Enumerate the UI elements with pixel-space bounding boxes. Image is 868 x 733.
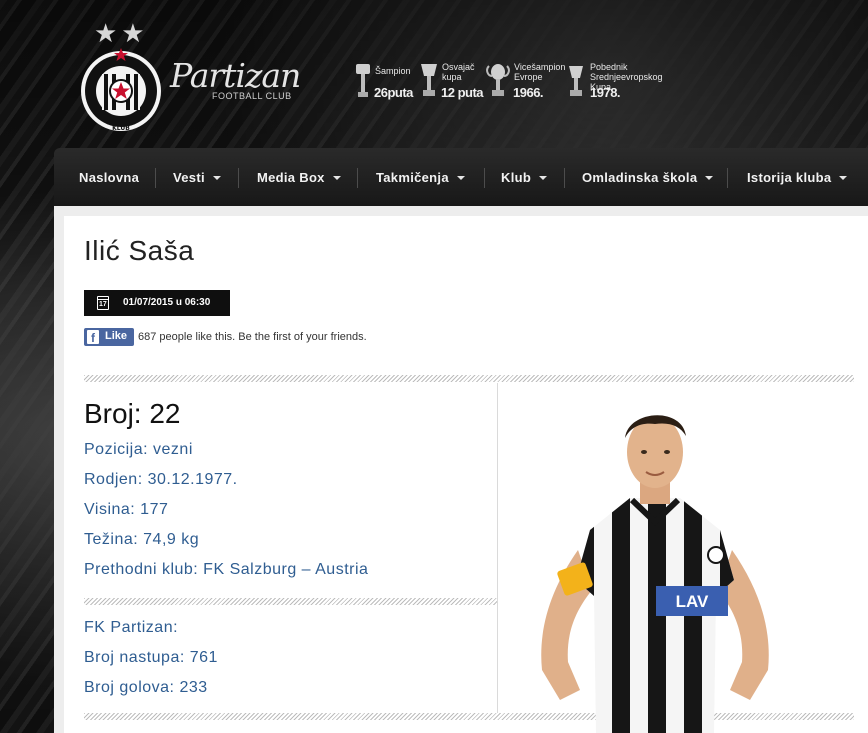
facebook-like-button[interactable]: f Like [84,328,134,346]
trophy-label: Vicešampion Evrope [514,62,566,82]
trophy-count: 1966. [513,85,544,100]
mitropa-cup-icon [569,66,583,96]
nav-label: Naslovna [79,170,140,185]
nav-item-klub[interactable]: Klub [501,170,548,185]
nav-item-takmicenja[interactable]: Takmičenja [376,170,465,185]
column-divider [497,383,498,716]
chevron-down-icon [332,175,341,180]
brand-subtitle: FOOTBALL CLUB [212,91,292,101]
nav-item-naslovna[interactable]: Naslovna [79,170,139,185]
nav-item-vesti[interactable]: Vesti [173,170,221,185]
nav-item-media-box[interactable]: Media Box [257,170,341,185]
calendar-icon: 17 [97,296,109,310]
page-title: Ilić Saša [84,235,195,266]
nav-divider [155,168,156,188]
publish-date: 01/07/2015 u 06:30 [123,297,211,308]
trophy-icon [356,64,370,97]
stats-goals: Broj golova: 233 [84,679,208,696]
trophy-count: 26puta [374,85,413,100]
nav-label: Takmičenja [376,170,449,185]
trophy-label: Osvajač kupa [442,62,475,82]
nav-label: Istorija kluba [747,170,832,185]
chevron-down-icon [456,175,465,180]
detail-birthdate: Rodjen: 30.12.1977. [84,471,238,488]
like-label: Like [105,330,128,342]
chevron-down-icon [705,175,714,180]
date-badge: 17 01/07/2015 u 06:30 [84,290,230,316]
nav-divider [357,168,358,188]
svg-text:KLUB: KLUB [112,125,130,132]
two-stars-icon: ★★ [94,18,149,48]
main-navigation: Naslovna Vesti Media Box Takmičenja Klub… [54,148,868,206]
chevron-down-icon [539,175,548,180]
calendar-day: 17 [99,301,107,308]
trophy-label: Šampion [375,66,411,76]
nav-divider [238,168,239,188]
nav-divider [564,168,565,188]
cup-icon [421,64,437,96]
divider-middle [84,598,497,605]
trophy-count: 12 puta [441,85,484,100]
stats-club: FK Partizan: [84,619,179,636]
partizan-crest-logo[interactable]: KLUB [80,46,162,136]
nav-label: Vesti [173,170,205,185]
player-photo: LAV [541,415,769,733]
trophy-central-europe: Pobednik Srednjeevropskog Kupa 1978. [566,62,678,104]
detail-weight: Težina: 74,9 kg [84,531,200,548]
divider-top [84,375,854,382]
chevron-down-icon [839,175,848,180]
facebook-icon: f [87,330,99,345]
nav-label: Media Box [257,170,325,185]
nav-label: Omladinska škola [582,170,698,185]
detail-height: Visina: 177 [84,501,169,518]
detail-position: Pozicija: vezni [84,441,193,458]
detail-previous-club: Prethodni klub: FK Salzburg – Austria [84,561,369,578]
sponsor-logo: LAV [676,592,709,611]
nav-divider [484,168,485,188]
jersey-number: Broj: 22 [84,398,181,429]
chevron-down-icon [212,175,221,180]
nav-item-omladinska-skola[interactable]: Omladinska škola [582,170,714,185]
trophy-europe: Vicešampion Evrope 1966. [486,62,565,104]
stats-appearances: Broj nastupa: 761 [84,649,218,666]
like-count-text: 687 people like this. Be the first of yo… [138,331,367,343]
trophy-count: 1978. [590,85,621,100]
nav-divider [727,168,728,188]
nav-item-istorija-kluba[interactable]: Istorija kluba [747,170,848,185]
european-cup-icon [486,64,510,96]
trophy-cup: Osvajač kupa 12 puta [419,62,484,104]
trophy-champion: Šampion 26puta [354,62,414,104]
nav-label: Klub [501,170,532,185]
brand-wordmark: Partizan [170,56,301,95]
